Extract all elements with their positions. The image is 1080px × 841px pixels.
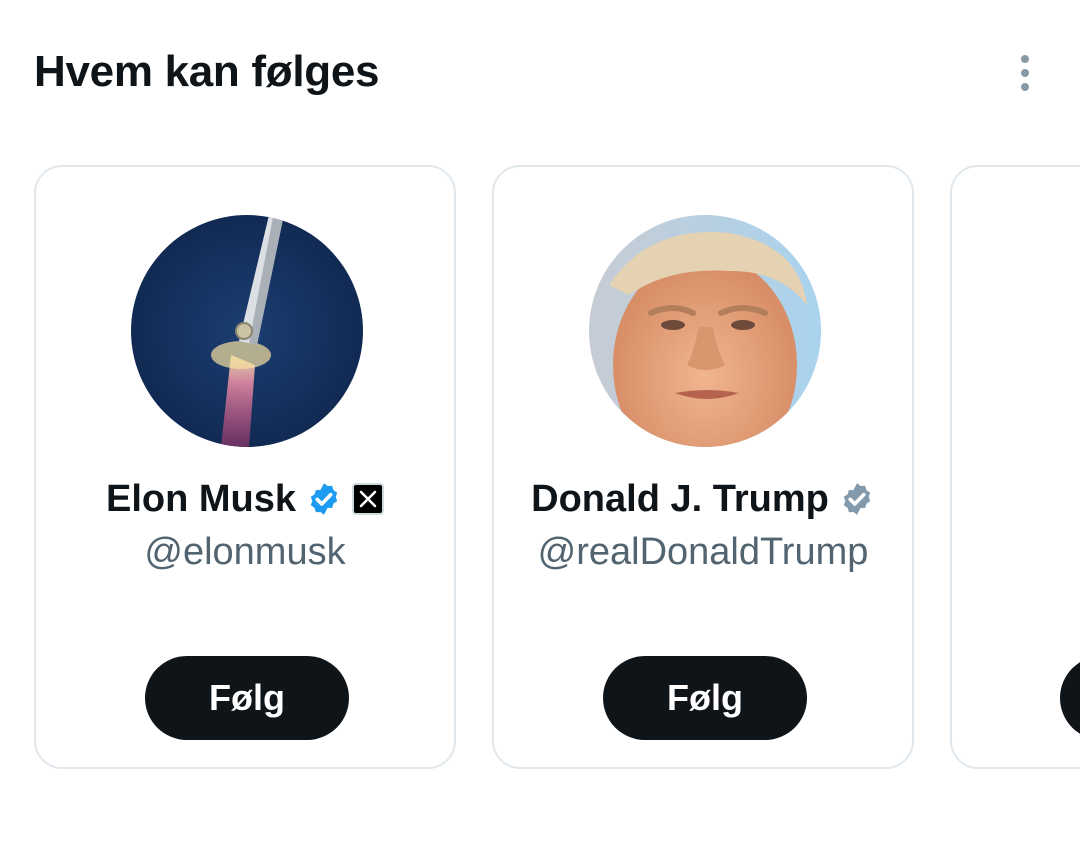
blue-verified-icon: [310, 483, 338, 515]
who-to-follow-panel: Hvem kan følges Elon Musk @elonmusk Følg…: [0, 0, 1080, 841]
rocket-avatar-image: [131, 215, 363, 447]
user-name[interactable]: Donald J. Trump: [531, 478, 829, 521]
more-options-button[interactable]: [1004, 52, 1046, 94]
user-handle[interactable]: @realDonaldTrump: [494, 531, 912, 574]
section-title: Hvem kan følges: [34, 47, 380, 96]
user-card[interactable]: Elon Musk @elonmusk Følg: [34, 165, 456, 769]
user-handle[interactable]: @elonmusk: [36, 531, 454, 574]
follow-button[interactable]: Følg: [145, 656, 349, 740]
name-row: Elon Musk: [36, 475, 454, 523]
user-card[interactable]: Donald J. Trump @realDonaldTrump Følg: [492, 165, 914, 769]
x-logo-icon: [352, 483, 385, 515]
avatar[interactable]: [589, 215, 821, 447]
vertical-ellipsis-icon: [1021, 55, 1029, 91]
user-name[interactable]: Elon Musk: [106, 478, 296, 521]
user-card-partial[interactable]: [950, 165, 1080, 769]
follow-button[interactable]: Følg: [603, 656, 807, 740]
gray-verified-icon: [843, 483, 871, 515]
portrait-avatar-image: [589, 215, 821, 447]
name-row: Donald J. Trump: [494, 475, 912, 523]
avatar[interactable]: [131, 215, 363, 447]
follow-button-partial[interactable]: [1060, 656, 1080, 740]
